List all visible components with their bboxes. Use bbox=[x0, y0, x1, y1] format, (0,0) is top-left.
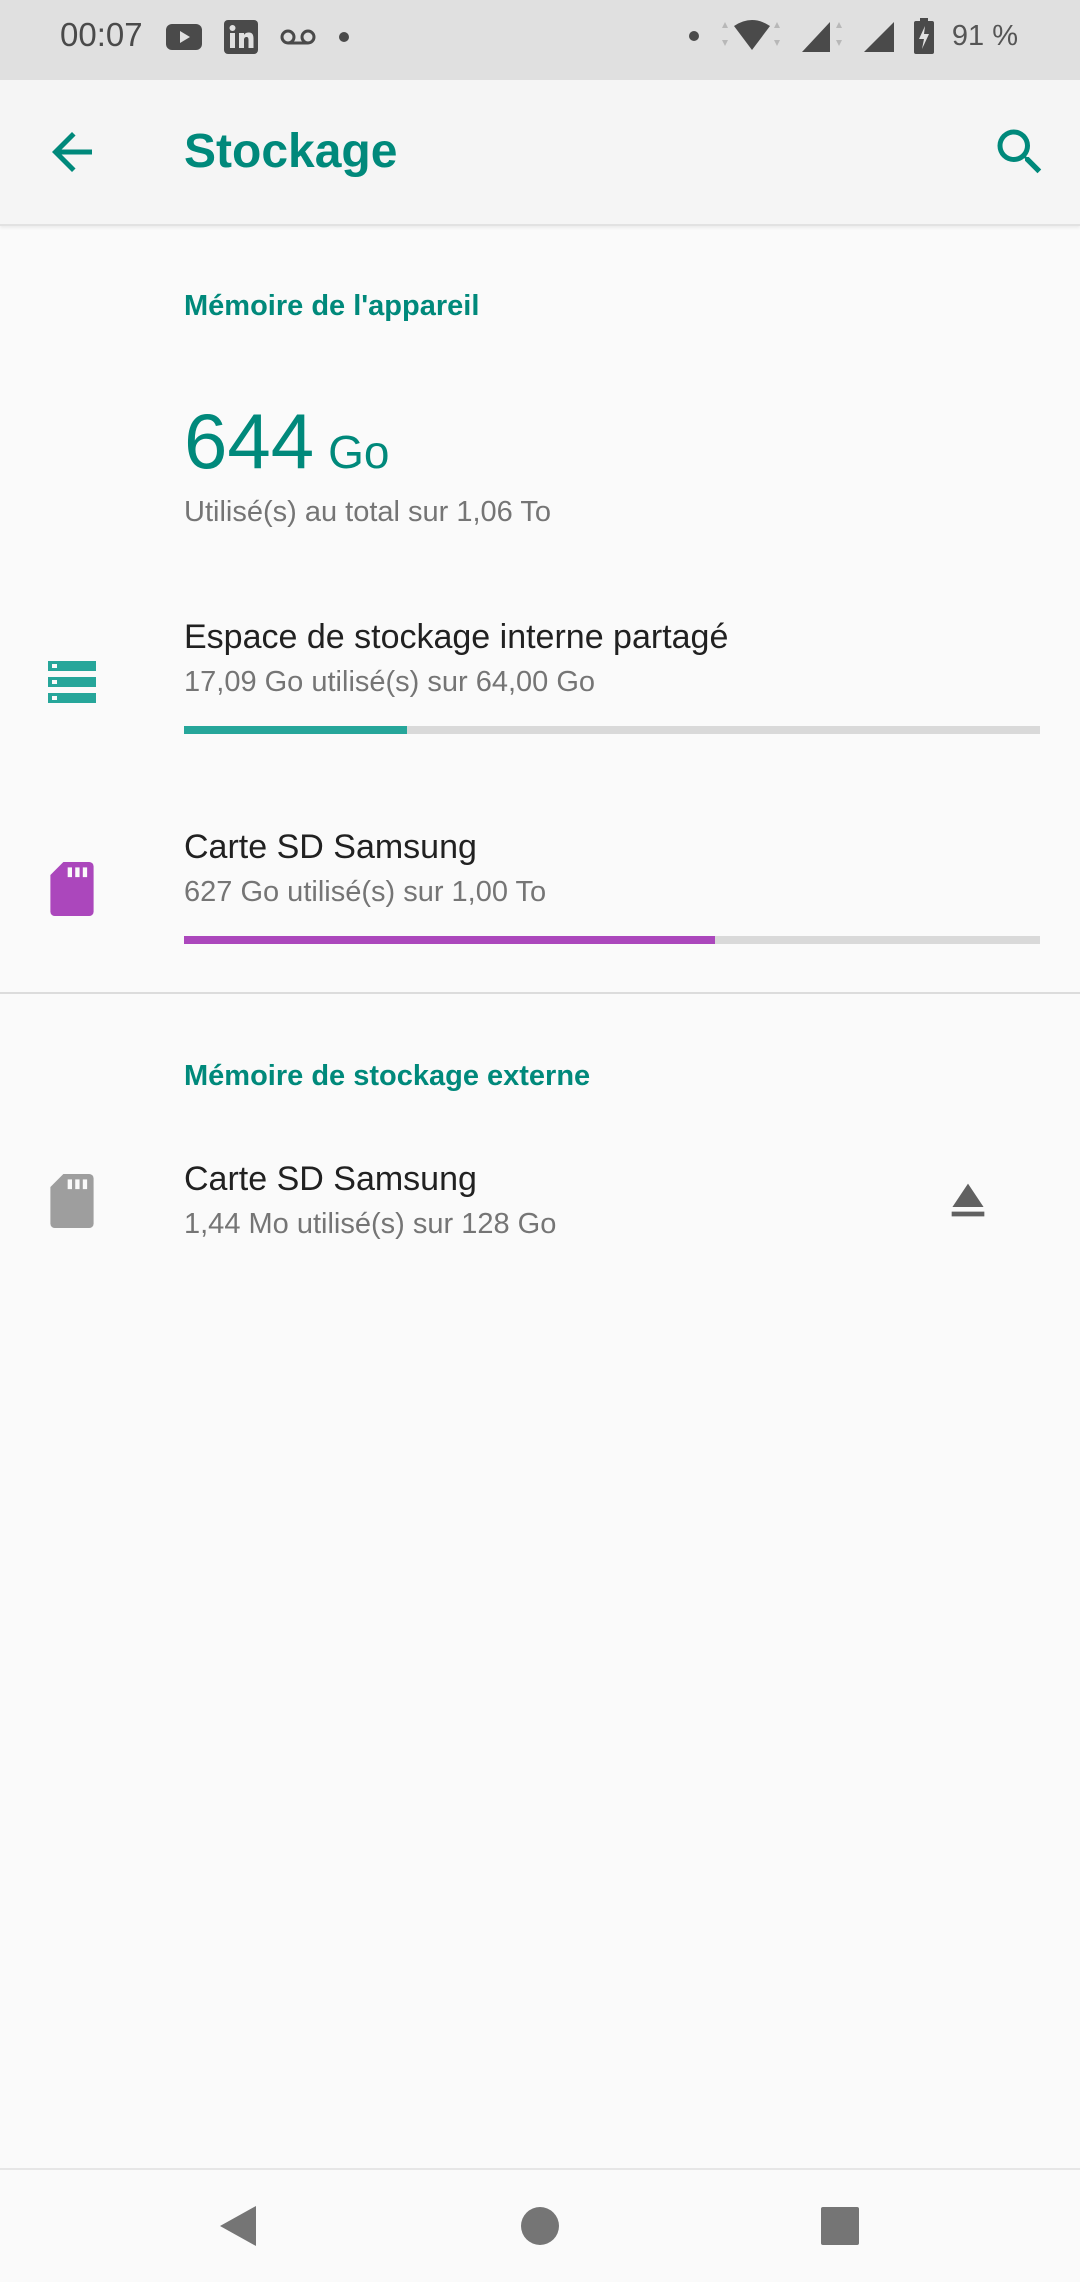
total-used: 644 Go bbox=[184, 396, 390, 487]
eject-icon bbox=[951, 1183, 985, 1217]
storage-item-subtitle: 627 Go utilisé(s) sur 1,00 To bbox=[184, 876, 547, 908]
total-used-value: 644 bbox=[184, 397, 315, 485]
sd-card-icon bbox=[50, 862, 94, 916]
storage-item-title: Espace de stockage interne partagé bbox=[184, 618, 729, 656]
voicemail-icon bbox=[280, 29, 316, 45]
storage-icon bbox=[48, 661, 96, 703]
page-title: Stockage bbox=[184, 125, 398, 178]
navigation-bar bbox=[0, 2168, 1080, 2282]
signal-icon bbox=[863, 22, 894, 52]
notification-icons bbox=[166, 20, 350, 54]
arrow-back-icon bbox=[52, 132, 92, 172]
section-header-device-memory: Mémoire de l'appareil bbox=[184, 290, 480, 322]
storage-progress-fill bbox=[184, 726, 407, 734]
status-bar: 00:07 91 % bbox=[0, 0, 1080, 80]
storage-progress-fill bbox=[184, 936, 715, 944]
back-triangle-icon bbox=[220, 2206, 256, 2246]
total-used-unit: Go bbox=[328, 426, 390, 478]
battery-percent: 91 % bbox=[951, 19, 1018, 52]
back-button[interactable] bbox=[42, 122, 102, 182]
dot-icon bbox=[339, 32, 349, 42]
signal-icon bbox=[801, 22, 842, 52]
storage-item-subtitle: 17,09 Go utilisé(s) sur 64,00 Go bbox=[184, 666, 596, 698]
storage-item-external-sd[interactable]: Carte SD Samsung 1,44 Mo utilisé(s) sur … bbox=[0, 1140, 1080, 1270]
storage-item-title: Carte SD Samsung bbox=[184, 828, 477, 866]
section-divider bbox=[0, 992, 1080, 994]
storage-progress-bar bbox=[184, 936, 1040, 944]
home-circle-icon bbox=[521, 2207, 559, 2245]
app-bar: Stockage bbox=[0, 80, 1080, 226]
storage-item-title: Carte SD Samsung bbox=[184, 1160, 477, 1198]
search-button[interactable] bbox=[990, 122, 1050, 182]
storage-item-internal[interactable]: Espace de stockage interne partagé 17,09… bbox=[0, 600, 1080, 760]
status-time: 00:07 bbox=[60, 16, 143, 53]
linkedin-icon bbox=[224, 20, 258, 54]
nav-back-button[interactable] bbox=[210, 2198, 266, 2254]
search-icon bbox=[997, 129, 1042, 174]
storage-progress-bar bbox=[184, 726, 1040, 734]
system-icons: 91 % bbox=[688, 18, 1018, 54]
total-used-caption: Utilisé(s) au total sur 1,06 To bbox=[184, 496, 551, 528]
storage-item-sd-card[interactable]: Carte SD Samsung 627 Go utilisé(s) sur 1… bbox=[0, 810, 1080, 970]
eject-button[interactable] bbox=[940, 1172, 996, 1228]
section-header-external-memory: Mémoire de stockage externe bbox=[184, 1060, 591, 1092]
storage-item-subtitle: 1,44 Mo utilisé(s) sur 128 Go bbox=[184, 1208, 557, 1240]
battery-charging-icon bbox=[913, 18, 934, 54]
sd-card-icon bbox=[50, 1174, 94, 1228]
youtube-icon bbox=[166, 24, 202, 50]
wifi-icon bbox=[721, 20, 780, 50]
nav-recents-button[interactable] bbox=[812, 2198, 868, 2254]
dot-icon bbox=[688, 31, 699, 41]
recents-square-icon bbox=[821, 2207, 859, 2245]
nav-home-button[interactable] bbox=[512, 2198, 568, 2254]
